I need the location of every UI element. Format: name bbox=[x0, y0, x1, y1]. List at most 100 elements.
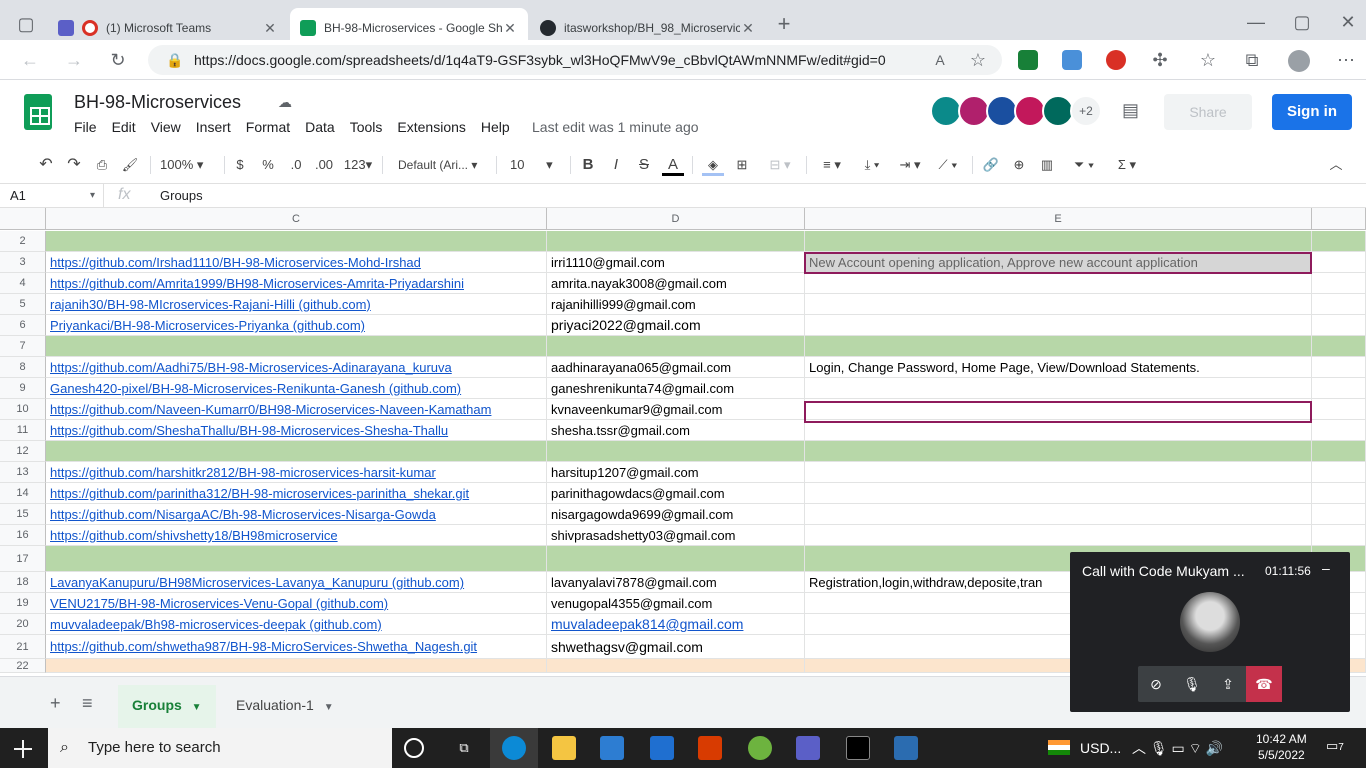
text-rotation-icon[interactable]: ⟋ ▾ bbox=[932, 154, 964, 176]
comments-icon[interactable]: ▤ bbox=[1122, 100, 1139, 121]
cell-repo-link[interactable] bbox=[46, 659, 547, 673]
increase-decimal-button[interactable]: .00 bbox=[312, 154, 336, 176]
extensions-puzzle-icon[interactable]: ✣ bbox=[1148, 48, 1172, 72]
collections-icon[interactable]: ⧉ bbox=[1240, 48, 1264, 72]
cell-module[interactable] bbox=[805, 273, 1312, 294]
row-header[interactable]: 17 bbox=[0, 546, 46, 572]
refresh-icon[interactable]: ↻ bbox=[106, 48, 130, 72]
bold-button[interactable]: B bbox=[580, 154, 596, 176]
zoom-select[interactable]: 100% ▾ bbox=[160, 154, 216, 176]
cell-repo-link[interactable]: LavanyaKanupuru/BH98Microservices-Lavany… bbox=[46, 572, 547, 593]
minimize-icon[interactable]: — bbox=[1244, 10, 1268, 34]
cell-empty[interactable] bbox=[1312, 420, 1366, 441]
last-edit-status[interactable]: Last edit was 1 minute ago bbox=[532, 119, 699, 135]
cell-email[interactable]: parinithagowdacs@gmail.com bbox=[547, 483, 805, 504]
borders-icon[interactable]: ⊞ bbox=[732, 154, 752, 176]
cell-empty[interactable] bbox=[1312, 357, 1366, 378]
extension-red-icon[interactable] bbox=[1106, 50, 1126, 70]
row-header[interactable]: 11 bbox=[0, 420, 46, 441]
font-select[interactable]: Default (Ari... ▾ bbox=[398, 154, 488, 176]
cell-repo-link[interactable]: https://github.com/Amrita1999/BH98-Micro… bbox=[46, 273, 547, 294]
currency-widget[interactable]: USD... bbox=[1080, 728, 1121, 768]
sheets-logo-icon[interactable] bbox=[24, 94, 52, 130]
insert-link-icon[interactable]: 🔗 bbox=[980, 154, 1002, 176]
extension-green-icon[interactable] bbox=[1018, 50, 1038, 70]
terminal-icon[interactable] bbox=[846, 736, 870, 760]
profile-avatar[interactable] bbox=[1288, 50, 1310, 72]
cell-empty[interactable] bbox=[1312, 462, 1366, 483]
cell-module[interactable]: Login, Change Password, Home Page, View/… bbox=[805, 357, 1312, 378]
cell-email[interactable]: shwethagsv@gmail.com bbox=[547, 635, 805, 659]
insert-chart-icon[interactable]: ▥ bbox=[1036, 154, 1058, 176]
cell-email[interactable]: harsitup1207@gmail.com bbox=[547, 462, 805, 483]
row-header[interactable]: 2 bbox=[0, 231, 46, 252]
formula-input[interactable]: Groups bbox=[160, 184, 203, 208]
column-header-e[interactable]: E bbox=[805, 208, 1312, 230]
cell-empty[interactable] bbox=[1312, 483, 1366, 504]
cell-email[interactable] bbox=[547, 546, 805, 572]
cell-email[interactable]: lavanyalavi7878@gmail.com bbox=[547, 572, 805, 593]
camera-off-icon[interactable]: ⊘ bbox=[1138, 666, 1174, 702]
cell-repo-link[interactable]: Ganesh420-pixel/BH-98-Microservices-Reni… bbox=[46, 378, 547, 399]
cell-module[interactable] bbox=[805, 525, 1312, 546]
clock[interactable]: 10:42 AM 5/5/2022 bbox=[1256, 731, 1307, 763]
column-header-c[interactable]: C bbox=[46, 208, 547, 230]
cloud-status-icon[interactable]: ☁ bbox=[278, 94, 292, 111]
cell-email[interactable]: shesha.tssr@gmail.com bbox=[547, 420, 805, 441]
cell-empty[interactable] bbox=[1312, 378, 1366, 399]
cell-repo-link[interactable] bbox=[46, 546, 547, 572]
column-header-d[interactable]: D bbox=[547, 208, 805, 230]
hang-up-icon[interactable]: ☎ bbox=[1246, 666, 1282, 702]
notifications-icon[interactable]: ▭7 bbox=[1326, 738, 1344, 754]
name-box[interactable]: A1 ▾ bbox=[0, 184, 104, 208]
call-minimize-button[interactable]: – bbox=[1322, 560, 1330, 576]
mail-icon[interactable] bbox=[650, 736, 674, 760]
cell-email[interactable] bbox=[547, 336, 805, 357]
row-header[interactable]: 21 bbox=[0, 635, 46, 659]
cell-repo-link[interactable]: rajanih30/BH-98-MIcroservices-Rajani-Hil… bbox=[46, 294, 547, 315]
task-view-icon[interactable]: ⧉ bbox=[452, 736, 476, 760]
row-header[interactable]: 4 bbox=[0, 273, 46, 294]
menu-format[interactable]: Format bbox=[246, 119, 290, 135]
row-header[interactable]: 19 bbox=[0, 593, 46, 614]
cell-repo-link[interactable]: Priyankaci/BH-98-Microservices-Priyanka … bbox=[46, 315, 547, 336]
redo-icon[interactable]: ↷ bbox=[64, 154, 84, 176]
cell-empty[interactable] bbox=[1312, 336, 1366, 357]
cell-module[interactable] bbox=[805, 315, 1312, 336]
row-header[interactable]: 12 bbox=[0, 441, 46, 462]
menu-tools[interactable]: Tools bbox=[350, 119, 383, 135]
more-formats-button[interactable]: 123▾ bbox=[342, 154, 374, 176]
selected-cell-e3[interactable] bbox=[804, 252, 1312, 274]
menu-view[interactable]: View bbox=[151, 119, 181, 135]
cell-repo-link[interactable] bbox=[46, 231, 547, 252]
cell-empty[interactable] bbox=[1312, 399, 1366, 420]
corner-cell[interactable] bbox=[0, 208, 46, 230]
cell-repo-link[interactable]: muvvaladeepak/Bh98-microservices-deepak … bbox=[46, 614, 547, 635]
row-header[interactable]: 15 bbox=[0, 504, 46, 525]
row-header[interactable]: 3 bbox=[0, 252, 46, 273]
decrease-decimal-button[interactable]: .0 bbox=[286, 154, 306, 176]
cell-email[interactable] bbox=[547, 659, 805, 673]
horizontal-align-icon[interactable]: ≡ ▾ bbox=[816, 154, 848, 176]
sheet-tab-groups[interactable]: Groups ▼ bbox=[118, 685, 216, 729]
collapse-toolbar-icon[interactable]: ︿ bbox=[1326, 154, 1346, 176]
more-collaborators-badge[interactable]: +2 bbox=[1070, 95, 1102, 127]
photos-icon[interactable] bbox=[894, 736, 918, 760]
cell-repo-link[interactable]: VENU2175/BH-98-Microservices-Venu-Gopal … bbox=[46, 593, 547, 614]
cell-repo-link[interactable] bbox=[46, 441, 547, 462]
cell-email[interactable]: aadhinarayana065@gmail.com bbox=[547, 357, 805, 378]
tab-actions-icon[interactable]: ▢ bbox=[14, 12, 38, 36]
share-button[interactable]: Share bbox=[1164, 94, 1252, 130]
column-header-f[interactable] bbox=[1312, 208, 1366, 230]
tray-icons[interactable]: ︿ 🎙 ▭ ⌔ 🔊 bbox=[1132, 728, 1223, 768]
file-explorer-icon[interactable] bbox=[552, 736, 576, 760]
strikethrough-button[interactable]: S bbox=[636, 154, 652, 176]
close-tab-icon[interactable]: ✕ bbox=[740, 20, 756, 37]
cell-email[interactable]: priyaci2022@gmail.com bbox=[547, 315, 805, 336]
cell-email[interactable]: kvnaveenkumar9@gmail.com bbox=[547, 399, 805, 420]
row-header[interactable]: 20 bbox=[0, 614, 46, 635]
cell-empty[interactable] bbox=[1312, 525, 1366, 546]
row-header[interactable]: 16 bbox=[0, 525, 46, 546]
cell-empty[interactable] bbox=[1312, 273, 1366, 294]
close-window-icon[interactable]: ✕ bbox=[1336, 10, 1360, 34]
